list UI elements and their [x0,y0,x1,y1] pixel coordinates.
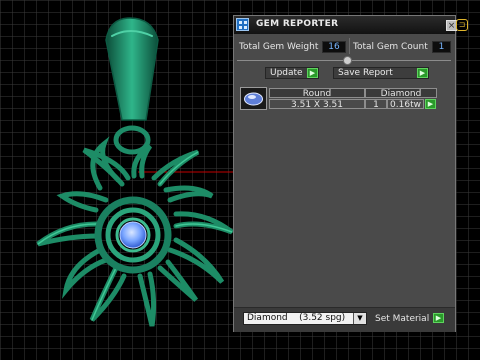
gem-reporter-app-icon [236,18,249,31]
save-report-button-label: Save Report [338,68,393,78]
external-toolbar-icon[interactable]: ⊐ [456,19,468,31]
update-button[interactable]: Update ▶ [265,67,319,79]
material-select-value: Diamond (3.52 spg) [247,313,346,323]
save-report-button[interactable]: Save Report ▶ [333,67,429,79]
table-cell-weight: 0.16tw [387,99,424,110]
total-gem-count-label: Total Gem Count [353,42,428,52]
round-gem-icon[interactable] [240,87,267,110]
table-header-material: Diamond [365,88,437,99]
total-gem-weight-label: Total Gem Weight [239,42,319,52]
dropdown-arrow-icon: ▼ [353,313,366,324]
gem-list-area [240,114,452,306]
slider-thumb[interactable] [343,56,352,65]
green-play-icon: ▶ [307,68,318,78]
round-gem [119,221,147,249]
green-play-icon[interactable]: ▶ [425,99,436,109]
material-bar: Diamond (3.52 spg) ▼ Set Material ▶ [234,307,455,332]
gem-table: Round Diamond 3.51 X 3.51 1 0.16tw ▶ [240,87,437,111]
panel-title: GEM REPORTER [256,19,339,29]
table-cell-size: 3.51 X 3.51 [269,99,365,110]
green-play-icon: ▶ [417,68,428,78]
set-material-label: Set Material [375,314,430,324]
divider [349,38,350,54]
table-cell-count: 1 [365,99,387,110]
update-button-label: Update [270,68,303,78]
total-gem-weight-value: 16 [322,41,346,53]
green-play-icon[interactable]: ▶ [433,313,444,323]
table-header-shape: Round [269,88,365,99]
material-select[interactable]: Diamond (3.52 spg) ▼ [243,312,367,325]
total-gem-count-value: 1 [432,41,451,53]
gem-reporter-panel: GEM REPORTER × Total Gem Weight 16 Total… [233,15,457,332]
panel-titlebar[interactable]: GEM REPORTER × [234,16,457,34]
